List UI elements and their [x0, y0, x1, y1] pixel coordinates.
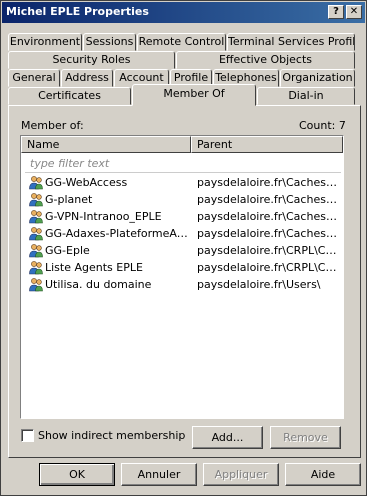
- group-name: Utilisa. du domaine: [45, 278, 152, 291]
- group-icon: [29, 176, 43, 190]
- add-button[interactable]: Add...: [192, 426, 263, 449]
- show-indirect-checkbox[interactable]: [21, 429, 34, 442]
- group-parent: paysdelaloire.fr\Caches a...: [197, 210, 339, 223]
- tab-security-roles[interactable]: Security Roles: [8, 51, 175, 69]
- list-item[interactable]: GG-Eple paysdelaloire.fr\CRPL\CR...: [21, 242, 343, 259]
- member-count: Count: 7: [299, 119, 346, 132]
- column-header-parent[interactable]: Parent: [191, 136, 343, 153]
- group-icon: [29, 227, 43, 241]
- tab-organization[interactable]: Organization: [280, 69, 355, 87]
- group-parent: paysdelaloire.fr\Caches a...: [197, 176, 339, 189]
- title-bar[interactable]: Michel EPLE Properties ? ✕: [2, 2, 365, 23]
- tab-remote-control[interactable]: Remote Control: [137, 33, 226, 51]
- tab-environment[interactable]: Environment: [8, 33, 82, 51]
- group-parent: paysdelaloire.fr\Caches a...: [197, 193, 339, 206]
- remove-button[interactable]: Remove: [270, 426, 341, 449]
- group-name: Liste Agents EPLE: [45, 261, 143, 274]
- list-item[interactable]: GG-Adaxes-PlateformeAca... paysdelaloire…: [21, 225, 343, 242]
- group-name: G-VPN-Intranoo_EPLE: [45, 210, 162, 223]
- help-button[interactable]: ?: [328, 5, 344, 19]
- group-parent: paysdelaloire.fr\Caches a...: [197, 227, 339, 240]
- tab-terminal-services-profile[interactable]: Terminal Services Profile: [227, 33, 355, 51]
- list-header: Name Parent: [21, 136, 343, 153]
- close-button[interactable]: ✕: [346, 5, 362, 19]
- group-name: GG-Eple: [45, 244, 90, 257]
- group-icon: [29, 210, 43, 224]
- group-icon: [29, 278, 43, 292]
- group-parent: paysdelaloire.fr\CRPL\CR...: [197, 244, 339, 257]
- group-name: G-planet: [45, 193, 93, 206]
- list-item[interactable]: G-VPN-Intranoo_EPLE paysdelaloire.fr\Cac…: [21, 208, 343, 225]
- group-name: GG-WebAccess: [45, 176, 128, 189]
- list-item[interactable]: Liste Agents EPLE paysdelaloire.fr\CRPL\…: [21, 259, 343, 276]
- group-icon: [29, 244, 43, 258]
- list-item[interactable]: G-planet paysdelaloire.fr\Caches a...: [21, 191, 343, 208]
- tab-general[interactable]: General: [8, 69, 60, 87]
- group-icon: [29, 193, 43, 207]
- tab-certificates[interactable]: Certificates: [8, 87, 131, 105]
- tab-dial-in[interactable]: Dial-in: [257, 87, 355, 105]
- tab-effective-objects[interactable]: Effective Objects: [176, 51, 355, 69]
- member-of-label: Member of:: [21, 119, 84, 132]
- group-icon: [29, 261, 43, 275]
- list-item[interactable]: Utilisa. du domaine paysdelaloire.fr\Use…: [21, 276, 343, 293]
- column-header-name[interactable]: Name: [21, 136, 191, 153]
- group-name: GG-Adaxes-PlateformeAca...: [45, 227, 193, 240]
- group-parent: paysdelaloire.fr\CRPL\CR...: [197, 261, 339, 274]
- group-parent: paysdelaloire.fr\Users\: [197, 278, 321, 291]
- properties-dialog: Michel EPLE Properties ? ✕ Environment S…: [0, 0, 367, 496]
- help-footer-button[interactable]: Aide: [285, 463, 361, 486]
- show-indirect-label[interactable]: Show indirect membership: [38, 429, 185, 442]
- tab-sessions[interactable]: Sessions: [83, 33, 136, 51]
- filter-input[interactable]: type filter text: [25, 154, 341, 173]
- member-of-list[interactable]: Name Parent type filter text GG-WebAcces…: [20, 135, 344, 419]
- window-title: Michel EPLE Properties: [6, 5, 149, 18]
- ok-button[interactable]: OK: [39, 463, 115, 486]
- cancel-button[interactable]: Annuler: [121, 463, 197, 486]
- member-rows: GG-WebAccess paysdelaloire.fr\Caches a..…: [21, 174, 343, 293]
- list-item[interactable]: GG-WebAccess paysdelaloire.fr\Caches a..…: [21, 174, 343, 191]
- apply-button[interactable]: Appliquer: [203, 463, 279, 486]
- tab-member-of[interactable]: Member Of: [132, 84, 256, 106]
- tab-address[interactable]: Address: [61, 69, 113, 87]
